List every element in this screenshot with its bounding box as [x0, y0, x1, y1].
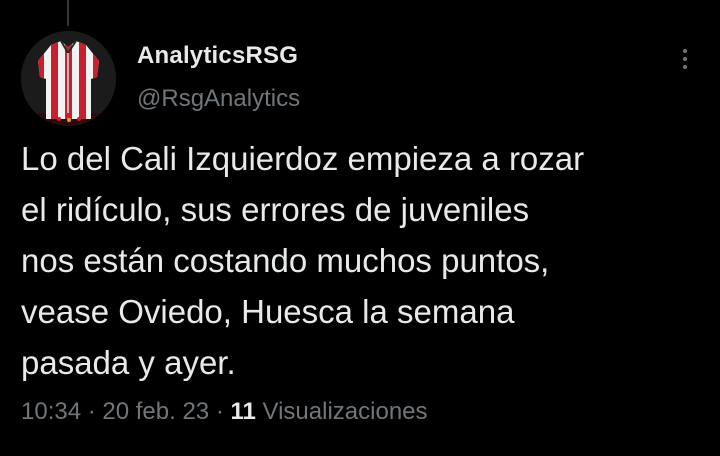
views-count[interactable]: 11 — [230, 398, 255, 425]
tweet-text: Lo del Cali Izquierdoz empieza a rozar e… — [21, 140, 585, 381]
avatar[interactable] — [21, 31, 116, 126]
meta-separator: · — [81, 398, 103, 425]
author-handle[interactable]: @RsgAnalytics — [137, 85, 300, 113]
thread-connector-line — [67, 0, 69, 26]
vertical-ellipsis-icon — [683, 65, 687, 69]
tweet-meta: 10:34 · 20 feb. 23 · 11 Visualizaciones — [21, 398, 428, 426]
vertical-ellipsis-icon — [683, 49, 687, 53]
meta-separator: · — [209, 398, 231, 425]
views-label[interactable]: Visualizaciones — [256, 398, 428, 425]
author-display-name[interactable]: AnalyticsRSG — [137, 42, 298, 70]
more-options-button[interactable] — [670, 44, 700, 74]
tweet-date[interactable]: 20 feb. 23 — [102, 398, 209, 425]
striped-jersey-avatar-icon — [21, 31, 116, 126]
tweet-time[interactable]: 10:34 — [21, 398, 81, 425]
vertical-ellipsis-icon — [683, 57, 687, 61]
